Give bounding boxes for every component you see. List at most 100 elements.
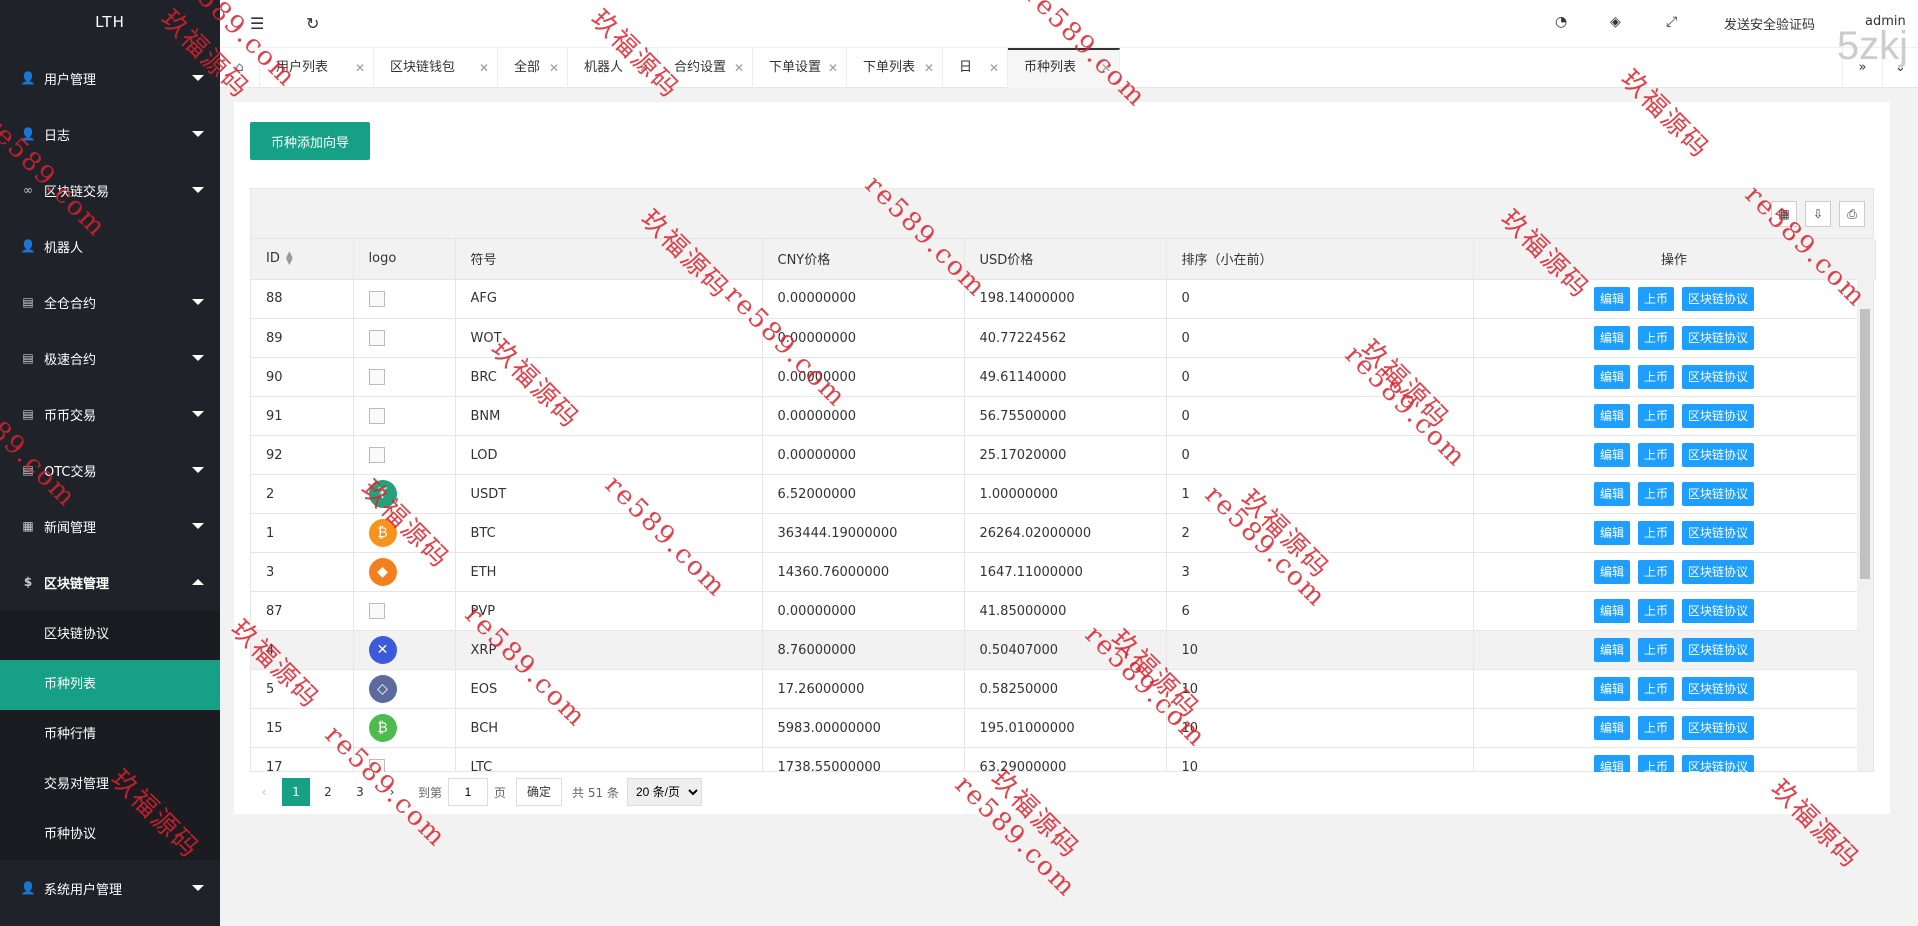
sidebar-item-3[interactable]: ∞ 区块链交易	[0, 162, 220, 218]
close-icon[interactable]: ✕	[549, 48, 559, 88]
edit-button[interactable]: 编辑	[1593, 365, 1630, 389]
sidebar-item-8[interactable]: ▤ OTC交易	[0, 442, 220, 498]
table-scrollbar[interactable]	[1857, 279, 1873, 771]
close-icon[interactable]: ✕	[639, 48, 649, 88]
submenu-item-4[interactable]: 交易对管理	[0, 760, 220, 810]
send-code-link[interactable]: 发送安全验证码	[1724, 14, 1815, 33]
submenu-item-2[interactable]: 币种列表	[0, 660, 220, 710]
list-coin-button[interactable]: 上币	[1637, 599, 1674, 623]
edit-button[interactable]: 编辑	[1593, 521, 1630, 545]
chain-protocol-button[interactable]: 区块链协议	[1682, 638, 1755, 662]
close-icon[interactable]: ✕	[734, 48, 744, 88]
columns-icon[interactable]: ▦	[1771, 201, 1797, 227]
submenu-item-5[interactable]: 币种协议	[0, 810, 220, 860]
list-coin-button[interactable]: 上币	[1637, 404, 1674, 428]
sidebar-item-system-users[interactable]: 👤 系统用户管理	[0, 860, 220, 916]
table-row[interactable]: 3 ◆ ETH 14360.76000000 1647.11000000 3 编辑 上币 区块链…	[251, 552, 1873, 592]
close-icon[interactable]: ✕	[1101, 50, 1111, 86]
sidebar-item-7[interactable]: ▤ 币币交易	[0, 386, 220, 442]
table-row[interactable]: 17 LTC 1738.55000000 63.29000000 10 编辑 上币 区块链协议	[251, 747, 1873, 772]
close-icon[interactable]: ✕	[355, 48, 365, 88]
list-coin-button[interactable]: 上币	[1637, 443, 1674, 467]
tab-4[interactable]: 机器人 ✕	[568, 48, 658, 88]
edit-button[interactable]: 编辑	[1593, 404, 1630, 428]
sidebar-item-6[interactable]: ▤ 极速合约	[0, 330, 220, 386]
edit-button[interactable]: 编辑	[1593, 599, 1630, 623]
chain-protocol-button[interactable]: 区块链协议	[1682, 599, 1755, 623]
chain-protocol-button[interactable]: 区块链协议	[1682, 443, 1755, 467]
list-coin-button[interactable]: 上币	[1637, 716, 1674, 740]
table-row[interactable]: 87 PVP 0.00000000 41.85000000 6 编辑 上币 区块链协议	[251, 591, 1873, 631]
list-coin-button[interactable]: 上币	[1637, 482, 1674, 506]
page-1-button[interactable]: 1	[282, 778, 310, 806]
edit-button[interactable]: 编辑	[1593, 326, 1630, 350]
tab-8[interactable]: 日 ✕	[943, 48, 1008, 88]
edit-button[interactable]: 编辑	[1593, 482, 1630, 506]
close-icon[interactable]: ✕	[479, 48, 489, 88]
print-icon[interactable]: ⎙	[1839, 201, 1865, 227]
edit-button[interactable]: 编辑	[1593, 443, 1630, 467]
chain-protocol-button[interactable]: 区块链协议	[1682, 365, 1755, 389]
list-coin-button[interactable]: 上币	[1637, 521, 1674, 545]
submenu-item-1[interactable]: 区块链协议	[0, 610, 220, 660]
table-row[interactable]: 2 ₮ USDT 6.52000000 1.00000000 1 编辑 上币 区块链协议	[251, 474, 1873, 514]
tab-3[interactable]: 全部 ✕	[498, 48, 568, 88]
tab-2[interactable]: 区块链钱包 ✕	[374, 48, 498, 88]
tab-7[interactable]: 下单列表 ✕	[847, 48, 943, 88]
export-icon[interactable]: ⇩	[1805, 201, 1831, 227]
tab-5[interactable]: 合约设置 ✕	[658, 48, 753, 88]
table-row[interactable]: 5 ◇ EOS 17.26000000 0.58250000 10 编辑 上币 区块链协议	[251, 669, 1873, 709]
table-row[interactable]: 1 ₿ BTC 363444.19000000 26264.02000000 2 编辑 上币区…	[251, 513, 1873, 553]
sidebar-item-10[interactable]: $ 区块链管理	[0, 554, 220, 610]
list-coin-button[interactable]: 上币	[1637, 365, 1674, 389]
page-jump-input[interactable]	[448, 778, 489, 806]
close-icon[interactable]: ✕	[989, 48, 999, 88]
chain-protocol-button[interactable]: 区块链协议	[1682, 755, 1755, 772]
table-row[interactable]: 89 WOT 0.00000000 40.77224562 0 编辑 上币 区块链协议	[251, 318, 1873, 358]
table-row[interactable]: 4 ✕ XRP 8.76000000 0.50407000 10 编辑 上币 区块链协议	[251, 630, 1873, 670]
edit-button[interactable]: 编辑	[1593, 286, 1630, 311]
table-row[interactable]: 92 LOD 0.00000000 25.17020000 0 编辑 上币 区块链协议	[251, 435, 1873, 475]
next-page-icon[interactable]: ›	[378, 778, 406, 806]
list-coin-button[interactable]: 上币	[1637, 560, 1674, 584]
col-header-id[interactable]: ID ▲ ▼	[251, 239, 354, 280]
edit-button[interactable]: 编辑	[1593, 560, 1630, 584]
list-coin-button[interactable]: 上币	[1637, 638, 1674, 662]
chain-protocol-button[interactable]: 区块链协议	[1682, 286, 1755, 311]
tag-icon[interactable]: ◈	[1610, 14, 1621, 30]
tab-1[interactable]: 用户列表 ✕	[260, 48, 374, 88]
chain-protocol-button[interactable]: 区块链协议	[1682, 482, 1755, 506]
sidebar-item-4[interactable]: 👤 机器人	[0, 218, 220, 274]
close-icon[interactable]: ✕	[828, 48, 838, 88]
sidebar-item-1[interactable]: 👤 用户管理	[0, 50, 220, 106]
list-coin-button[interactable]: 上币	[1637, 286, 1674, 311]
prev-page-icon[interactable]: ‹	[250, 778, 278, 806]
refresh-icon[interactable]: ↻	[306, 14, 319, 33]
chain-protocol-button[interactable]: 区块链协议	[1682, 716, 1755, 740]
sort-icon[interactable]: ▲ ▼	[286, 250, 293, 266]
chain-protocol-button[interactable]: 区块链协议	[1682, 560, 1755, 584]
tab-6[interactable]: 下单设置 ✕	[753, 48, 847, 88]
table-row[interactable]: 90 BRC 0.00000000 49.61140000 0 编辑 上币 区块链协议	[251, 357, 1873, 397]
list-coin-button[interactable]: 上币	[1637, 677, 1674, 701]
table-row[interactable]: 88 AFG 0.00000000 198.14000000 0 编辑 上币 区块链协议	[251, 279, 1873, 319]
tab-9[interactable]: 币种列表 ✕	[1008, 48, 1120, 88]
chain-protocol-button[interactable]: 区块链协议	[1682, 404, 1755, 428]
close-icon[interactable]: ✕	[924, 48, 934, 88]
chain-protocol-button[interactable]: 区块链协议	[1682, 326, 1755, 350]
sidebar-item-2[interactable]: 👤 日志	[0, 106, 220, 162]
sidebar-item-9[interactable]: ▦ 新闻管理	[0, 498, 220, 554]
home-tab-icon[interactable]: ⌂	[220, 48, 260, 88]
scrollbar-thumb[interactable]	[1860, 309, 1870, 579]
chain-protocol-button[interactable]: 区块链协议	[1682, 677, 1755, 701]
list-coin-button[interactable]: 上币	[1637, 755, 1674, 772]
page-jump-confirm-button[interactable]: 确定	[516, 778, 563, 806]
chain-protocol-button[interactable]: 区块链协议	[1682, 521, 1755, 545]
edit-button[interactable]: 编辑	[1593, 755, 1630, 772]
table-row[interactable]: 91 BNM 0.00000000 56.75500000 0 编辑 上币 区块链协议	[251, 396, 1873, 436]
edit-button[interactable]: 编辑	[1593, 677, 1630, 701]
list-coin-button[interactable]: 上币	[1637, 326, 1674, 350]
page-3-button[interactable]: 3	[346, 778, 374, 806]
submenu-item-3[interactable]: 币种行情	[0, 710, 220, 760]
page-2-button[interactable]: 2	[314, 778, 342, 806]
